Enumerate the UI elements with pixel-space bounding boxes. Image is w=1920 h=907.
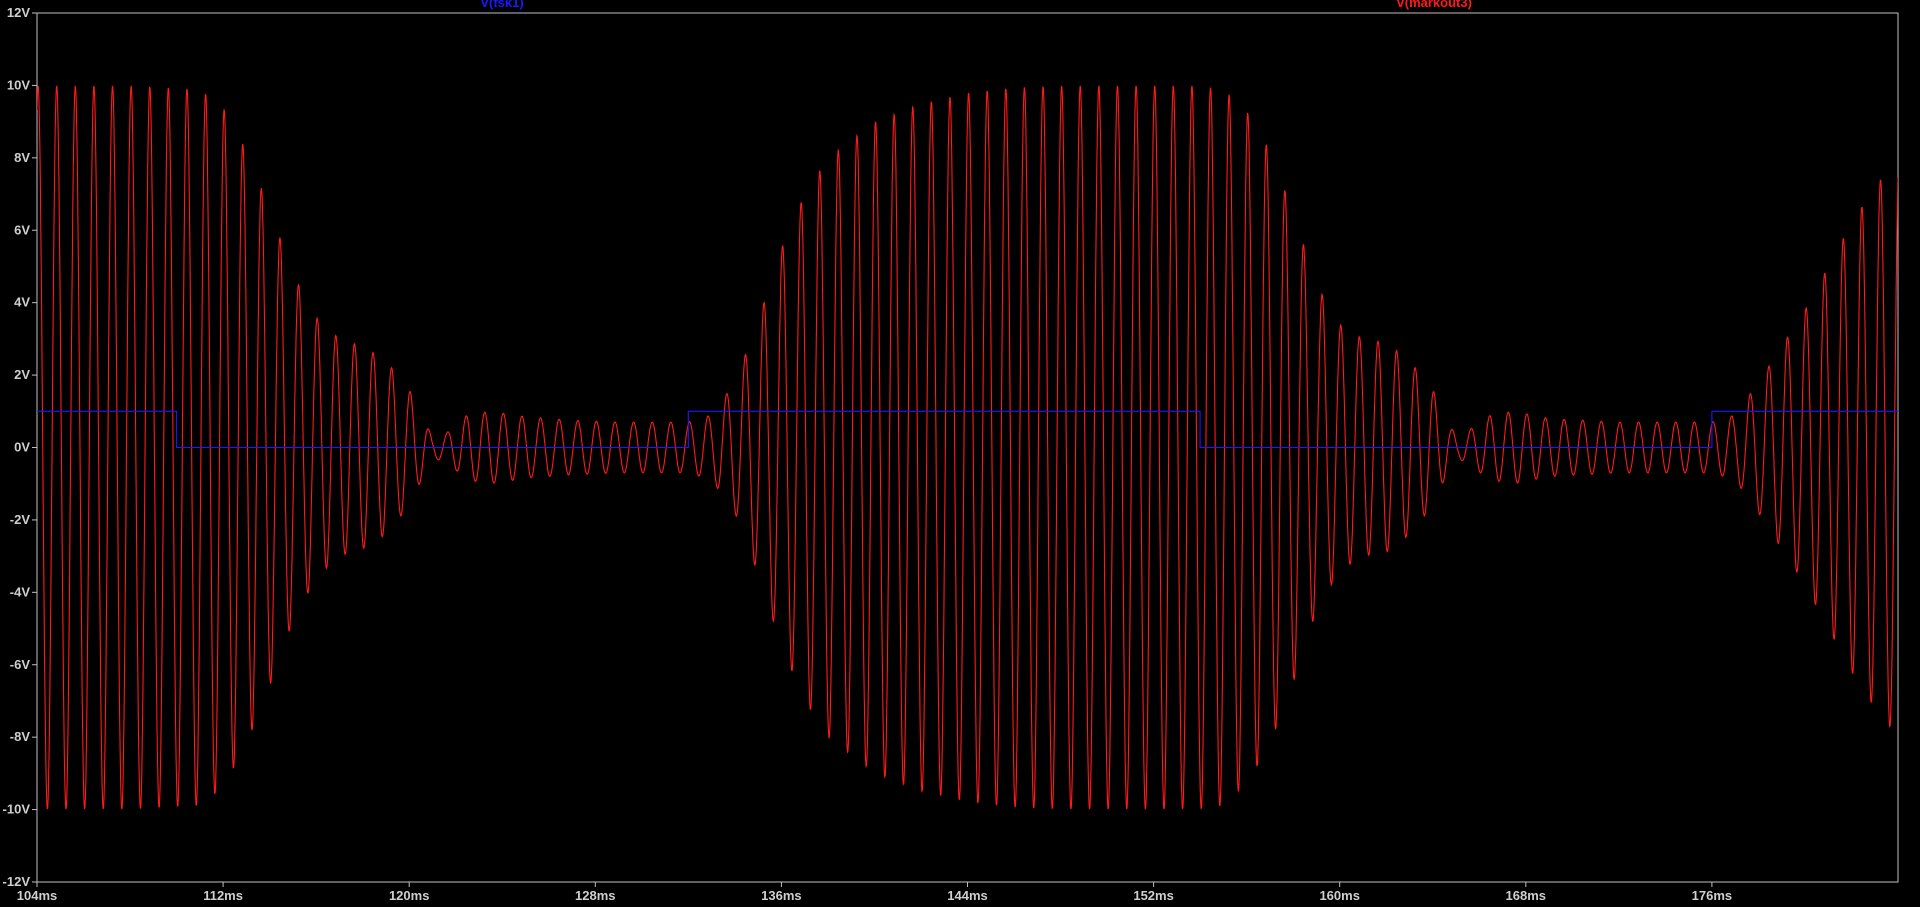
trace-label-markout3[interactable]: V(markout3) bbox=[1396, 0, 1472, 10]
y-tick-label: 4V bbox=[14, 295, 30, 310]
y-tick-label: 10V bbox=[7, 77, 30, 92]
x-tick-label: 136ms bbox=[761, 888, 801, 903]
x-tick-label: 104ms bbox=[17, 888, 57, 903]
x-tick-label: 128ms bbox=[575, 888, 615, 903]
y-tick-label: 6V bbox=[14, 222, 30, 237]
x-tick-label: 112ms bbox=[203, 888, 243, 903]
y-tick-label: 0V bbox=[14, 440, 30, 455]
x-tick-label: 176ms bbox=[1692, 888, 1732, 903]
x-tick-label: 144ms bbox=[947, 888, 987, 903]
trace-label-fsk1[interactable]: V(fsk1) bbox=[480, 0, 523, 10]
y-tick-label: -4V bbox=[10, 584, 31, 599]
y-tick-label: 12V bbox=[7, 5, 30, 20]
y-tick-label: -10V bbox=[3, 802, 31, 817]
x-tick-label: 120ms bbox=[389, 888, 429, 903]
y-tick-label: -2V bbox=[10, 512, 31, 527]
y-tick-label: 8V bbox=[14, 150, 30, 165]
x-tick-label: 168ms bbox=[1506, 888, 1546, 903]
y-tick-label: 2V bbox=[14, 367, 30, 382]
waveform-plot: 12V 10V 8V 6V 4V 2V 0V -2V -4V -6V -8V -10V -12V104m… bbox=[0, 0, 1920, 907]
y-tick-label: -8V bbox=[10, 729, 31, 744]
x-tick-label: 160ms bbox=[1319, 888, 1359, 903]
y-tick-label: -12V bbox=[3, 874, 31, 889]
y-tick-label: -6V bbox=[10, 657, 31, 672]
x-tick-label: 152ms bbox=[1133, 888, 1173, 903]
